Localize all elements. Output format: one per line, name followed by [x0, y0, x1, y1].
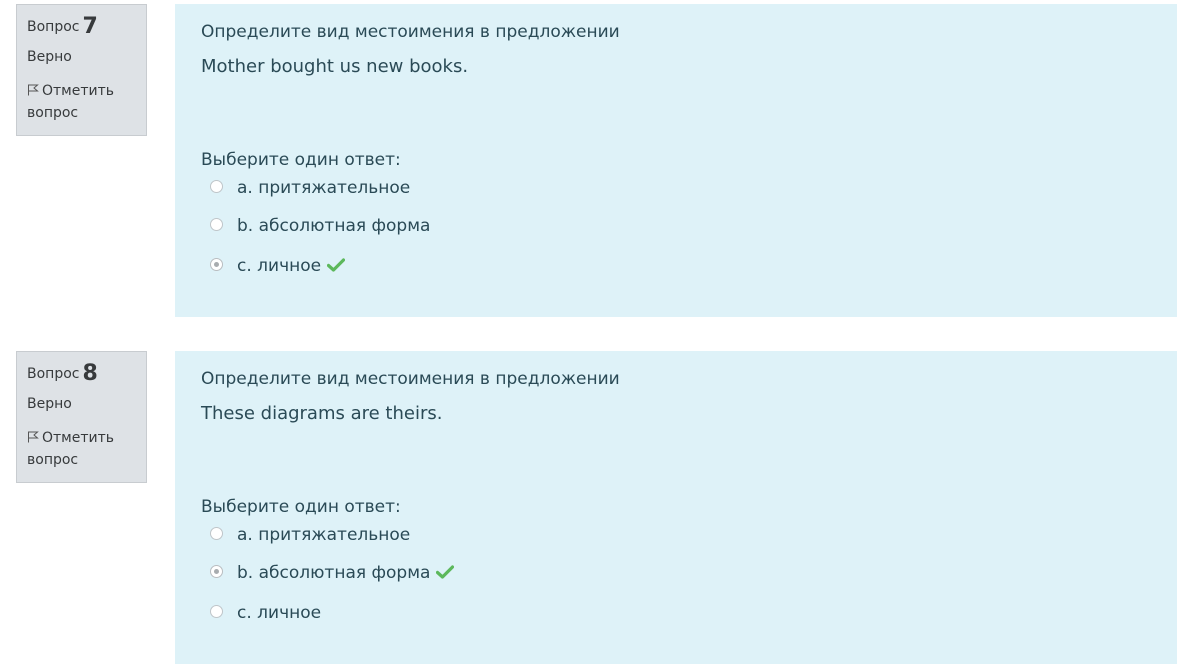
question-label: Вопрос — [27, 19, 80, 35]
answer-text-c: c. личное — [237, 256, 322, 276]
answer-label-b: b. абсолютная форма — [237, 216, 431, 236]
flag-label: Отметить вопрос — [27, 430, 115, 468]
answer-label-a: a. притяжательное — [237, 178, 411, 198]
question-text: Определите вид местоимения в предложении — [201, 369, 620, 389]
question-info: Вопрос 8 Верно Отметить вопрос — [16, 351, 147, 483]
answer-label-c: c. личное — [237, 256, 346, 276]
answer-list: a. притяжательное b. абсолютная форма c.… — [201, 178, 1151, 296]
question-label: Вопрос — [27, 366, 80, 382]
question-number-value: 7 — [82, 14, 98, 39]
answer-label-b: b. абсолютная форма — [237, 563, 455, 583]
flag-icon — [28, 84, 39, 96]
flag-icon — [28, 431, 39, 443]
radio-c-selected[interactable] — [210, 258, 223, 271]
answer-prompt: Выберите один ответ: — [201, 150, 401, 170]
answer-prompt: Выберите один ответ: — [201, 497, 401, 517]
radio-a[interactable] — [210, 180, 223, 193]
radio-a[interactable] — [210, 527, 223, 540]
question-number: Вопрос 8 — [27, 360, 136, 388]
question-sentence: Mother bought us new books. — [201, 56, 469, 77]
answer-option-b[interactable]: b. абсолютная форма — [201, 563, 1151, 603]
question-number: Вопрос 7 — [27, 13, 136, 41]
answer-option-c[interactable]: c. личное — [201, 603, 1151, 643]
question-number-value: 8 — [82, 361, 98, 386]
answer-option-a[interactable]: a. притяжательное — [201, 525, 1151, 563]
question-sentence: These diagrams are theirs. — [201, 403, 443, 424]
flag-question-link[interactable]: Отметить вопрос — [27, 427, 136, 471]
answer-text-b: b. абсолютная форма — [237, 563, 431, 583]
check-icon — [327, 258, 346, 272]
answer-label-c: c. личное — [237, 603, 322, 623]
answer-option-c[interactable]: c. личное — [201, 256, 1151, 296]
question-state: Верно — [27, 49, 72, 65]
question-text: Определите вид местоимения в предложении — [201, 22, 620, 42]
answer-list: a. притяжательное b. абсолютная форма c.… — [201, 525, 1151, 643]
answer-label-a: a. притяжательное — [237, 525, 411, 545]
check-icon — [436, 565, 455, 579]
radio-b[interactable] — [210, 218, 223, 231]
question-info: Вопрос 7 Верно Отметить вопрос — [16, 4, 147, 136]
flag-question-link[interactable]: Отметить вопрос — [27, 80, 136, 124]
radio-b-selected[interactable] — [210, 565, 223, 578]
answer-option-b[interactable]: b. абсолютная форма — [201, 216, 1151, 256]
question-content: Определите вид местоимения в предложении… — [175, 4, 1177, 317]
question-content: Определите вид местоимения в предложении… — [175, 351, 1177, 664]
flag-label: Отметить вопрос — [27, 83, 115, 121]
radio-c[interactable] — [210, 605, 223, 618]
answer-option-a[interactable]: a. притяжательное — [201, 178, 1151, 216]
question-state: Верно — [27, 396, 72, 412]
